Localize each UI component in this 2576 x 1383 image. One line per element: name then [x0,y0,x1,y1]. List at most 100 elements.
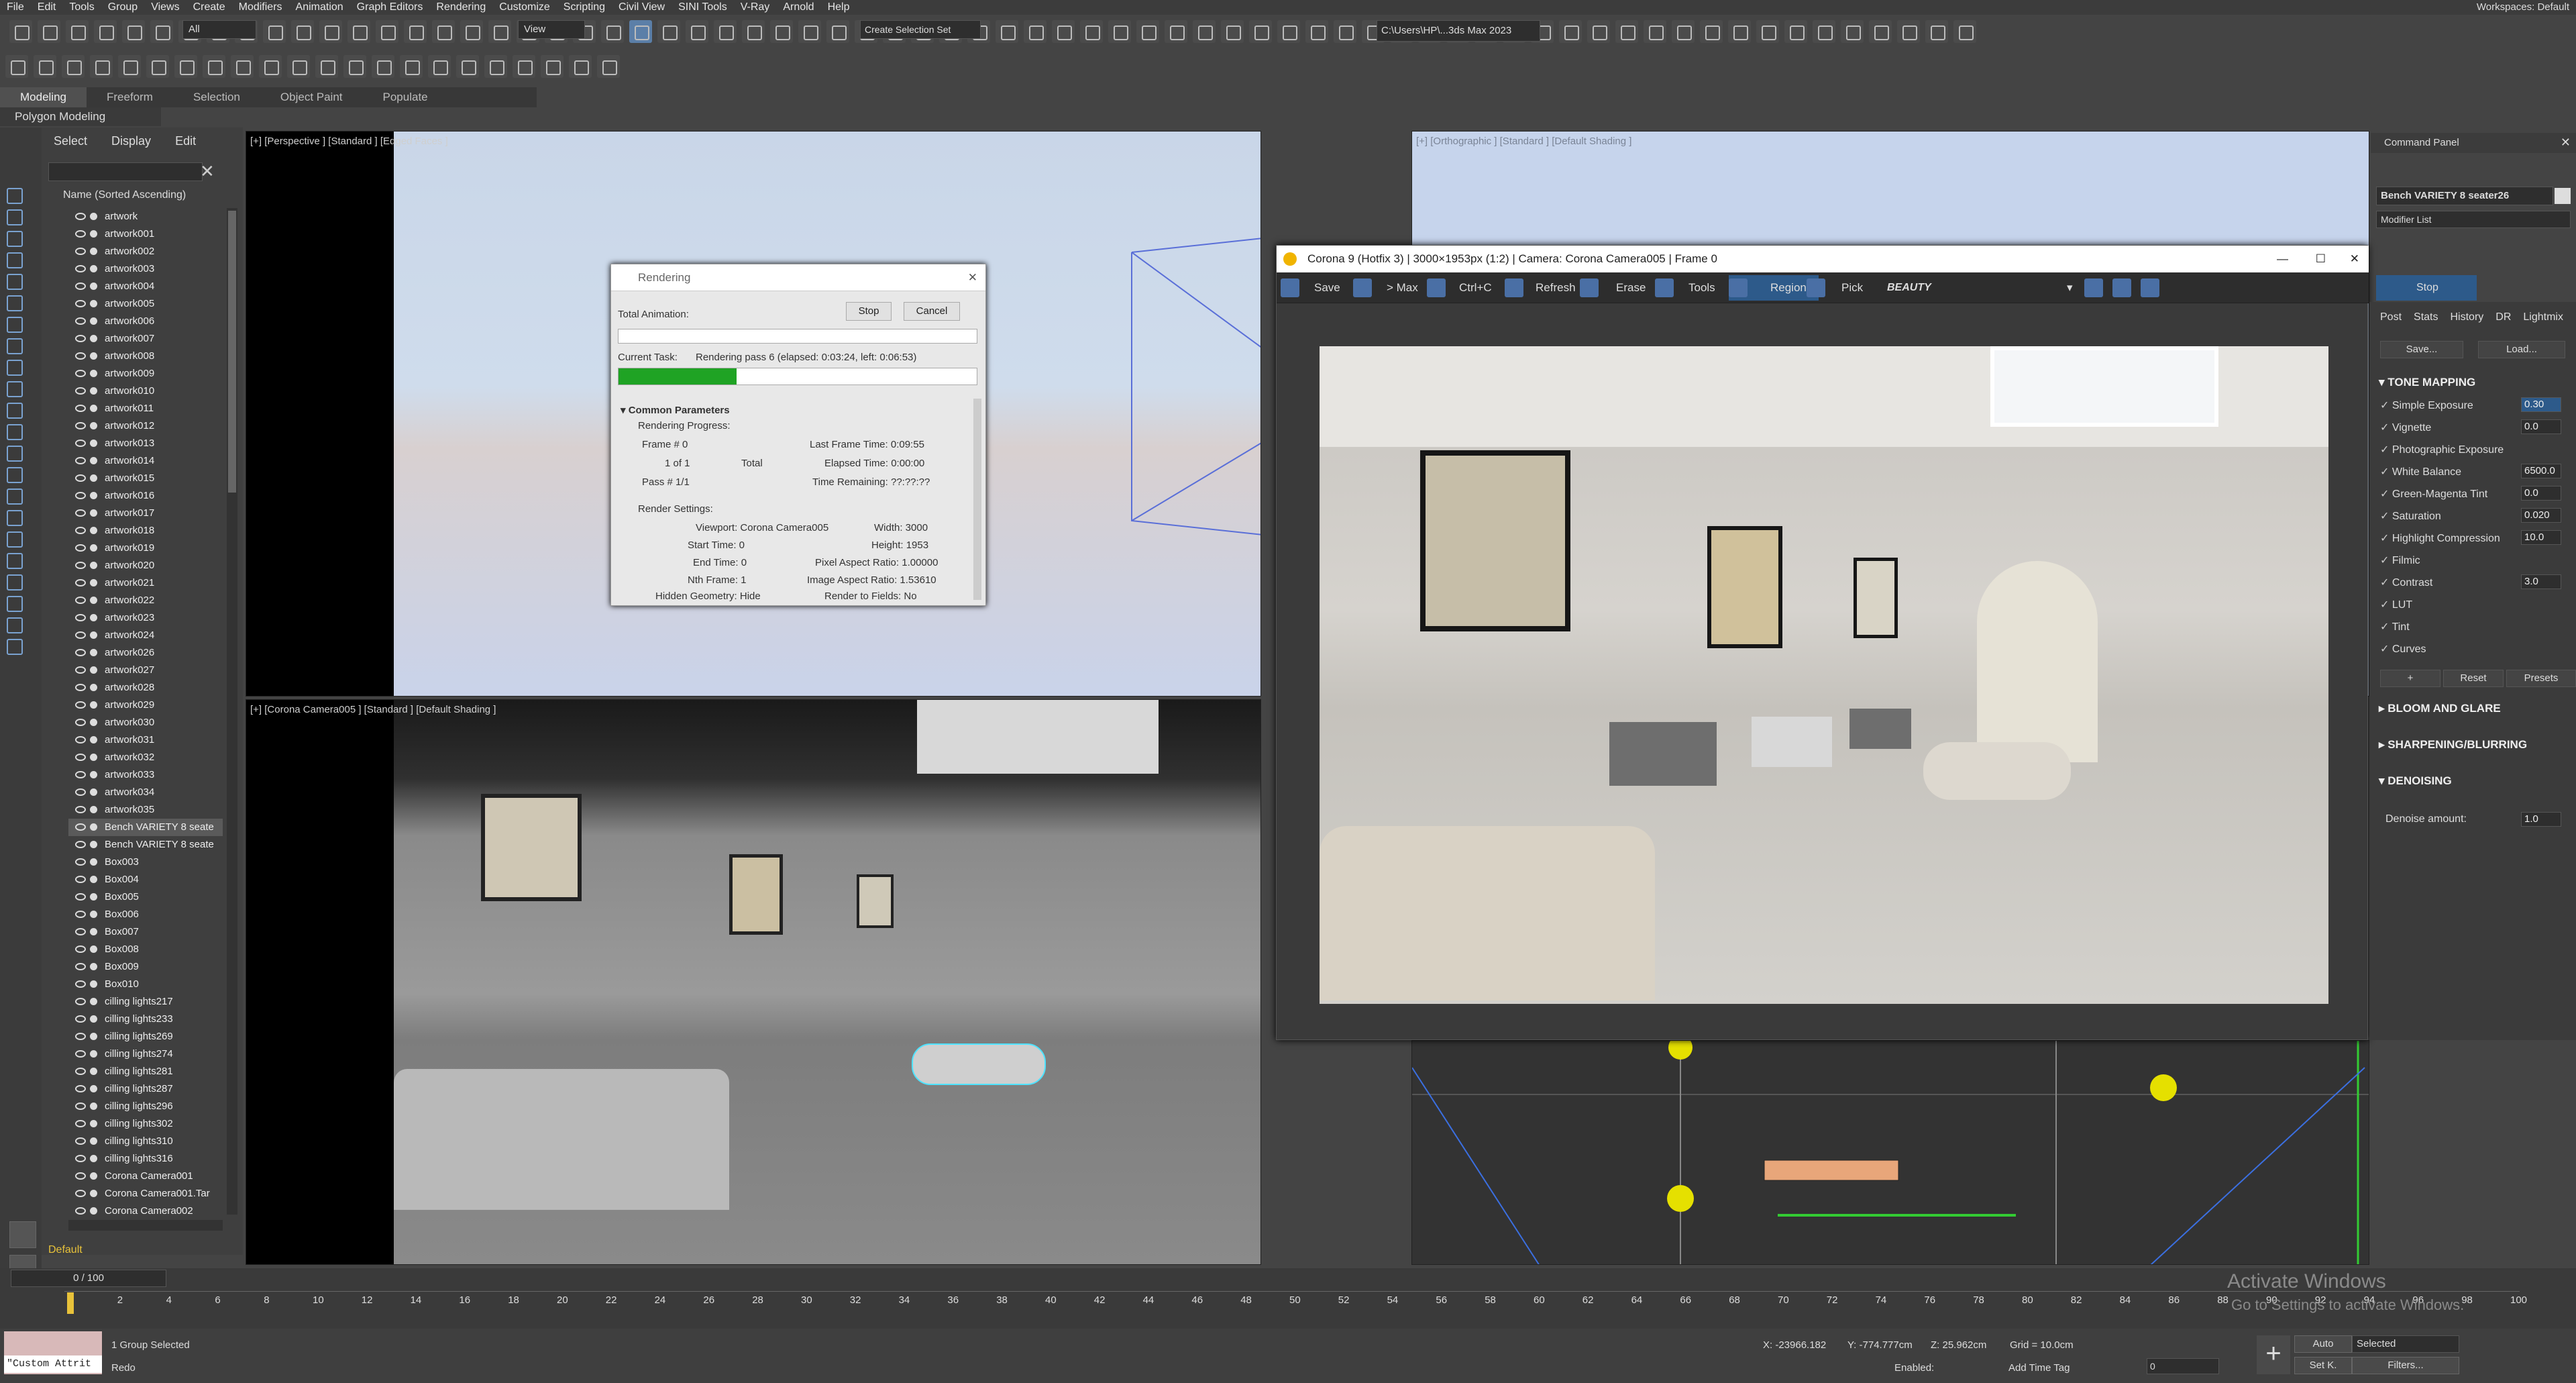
render-icon[interactable] [90,405,97,412]
checkbox[interactable]: ✓ [2380,422,2392,433]
toolbar-tool-icon[interactable] [1193,20,1216,43]
camera-viewport-label[interactable]: [+] [Corona Camera005 ] [Standard ] [Def… [250,704,496,715]
toolbar-tool-icon[interactable] [372,55,394,78]
render-icon[interactable] [90,684,97,691]
toolbar-tool-icon[interactable] [376,20,398,43]
list-item[interactable]: cilling lights233 [68,1011,223,1028]
list-item[interactable]: artwork012 [68,417,223,435]
render-icon[interactable] [90,858,97,866]
load-preset-button[interactable]: Load... [2478,341,2565,358]
checkbox[interactable]: ✓ [2380,511,2392,522]
copy-button[interactable]: Ctrl+C [1459,272,1492,303]
toolbar-tool-icon[interactable] [1221,20,1244,43]
orthographic-viewport-label[interactable]: [+] [Orthographic ] [Standard ] [Default… [1416,136,1631,147]
toolbar-tool-icon[interactable] [1165,20,1187,43]
list-item[interactable]: artwork013 [68,435,223,452]
render-icon[interactable] [90,631,97,639]
zoom-fit-icon[interactable] [2141,278,2159,297]
maximize-icon[interactable]: ☐ [2316,246,2326,272]
toolbar-tool-icon[interactable] [1024,20,1046,43]
eye-icon[interactable] [75,300,86,307]
corona-tab-post[interactable]: Post [2380,311,2402,323]
toolbar-tool-icon[interactable] [5,55,28,78]
list-item[interactable]: artwork010 [68,382,223,400]
scene-filter-icon[interactable] [7,188,23,204]
scene-filter-icon[interactable] [7,338,23,354]
scene-menu-display[interactable]: Display [99,127,163,154]
list-item[interactable]: artwork016 [68,487,223,505]
scene-filter-icon[interactable] [7,274,23,290]
menu-item-edit[interactable]: Edit [31,0,63,15]
render-icon[interactable] [90,1103,97,1110]
toolbar-tool-icon[interactable] [1925,20,1948,43]
eye-icon[interactable] [75,457,86,464]
list-item[interactable]: artwork009 [68,365,223,382]
checkbox[interactable]: ✓ [2380,644,2392,655]
list-item[interactable]: cilling lights302 [68,1115,223,1133]
key-filters-button[interactable]: Filters... [2352,1357,2459,1374]
list-item[interactable]: artwork018 [68,522,223,540]
list-item[interactable]: artwork005 [68,295,223,313]
render-icon[interactable] [90,492,97,499]
add-time-tag[interactable]: Add Time Tag [2008,1362,2070,1374]
menu-item-v-ray[interactable]: V-Ray [734,0,777,15]
tone-mapping-row-value[interactable]: 0.020 [2521,508,2561,523]
reference-coord-dropdown[interactable]: View [518,20,585,39]
render-icon[interactable] [90,457,97,464]
tone-mapping-row-value[interactable]: 0.0 [2521,486,2561,501]
toolbar-tool-icon[interactable] [1334,20,1356,43]
toolbar-tool-icon[interactable] [597,55,620,78]
modifier-list-dropdown[interactable]: Modifier List [2376,211,2571,228]
pick-button[interactable]: Pick [1841,272,1863,303]
list-item[interactable]: artwork003 [68,260,223,278]
toolbar-tool-icon[interactable] [1813,20,1835,43]
toolbar-tool-icon[interactable] [347,20,370,43]
render-icon[interactable] [90,980,97,988]
list-item[interactable]: artwork [68,208,223,225]
eye-icon[interactable] [75,928,86,935]
menu-item-sini-tools[interactable]: SINI Tools [672,0,734,15]
render-icon[interactable] [90,788,97,796]
eye-icon[interactable] [75,335,86,342]
toolbar-tool-icon[interactable] [400,55,423,78]
set-key-button[interactable]: Set K. [2294,1357,2352,1374]
toolbar-tool-icon[interactable] [686,20,708,43]
eye-icon[interactable] [75,509,86,517]
checkbox[interactable]: ✓ [2380,555,2392,566]
toolbar-tool-icon[interactable] [1756,20,1779,43]
list-item[interactable]: artwork017 [68,505,223,522]
eye-icon[interactable] [75,405,86,412]
tone-mapping-row-value[interactable]: 3.0 [2521,574,2561,589]
render-icon[interactable] [90,998,97,1005]
tone-mapping-row-value[interactable]: 6500.0 [2521,464,2561,478]
toolbar-tool-icon[interactable] [1277,20,1300,43]
render-icon[interactable] [90,265,97,272]
erase-icon[interactable] [1580,278,1599,297]
scene-filter-icon[interactable] [7,446,23,462]
list-item[interactable]: cilling lights310 [68,1133,223,1150]
render-icon[interactable] [90,1172,97,1180]
toolbar-tool-icon[interactable] [319,20,342,43]
auto-key-button[interactable]: Auto [2294,1335,2352,1353]
scene-filter-icon[interactable] [7,317,23,333]
toolbar-tool-icon[interactable] [826,20,849,43]
render-icon[interactable] [90,701,97,709]
toolbar-tool-icon[interactable] [484,55,507,78]
render-icon[interactable] [90,597,97,604]
render-icon[interactable] [90,440,97,447]
eye-icon[interactable] [75,422,86,429]
scene-filter-icon[interactable] [7,617,23,633]
toolbar-tool-icon[interactable] [432,20,455,43]
ribbon-tab-populate[interactable]: Populate [363,87,448,107]
add-key-icon[interactable]: + [2257,1335,2290,1374]
close-icon[interactable]: ✕ [2561,136,2571,150]
ribbon-tab-freeform[interactable]: Freeform [87,87,173,107]
list-item[interactable]: cilling lights316 [68,1150,223,1168]
eye-icon[interactable] [75,352,86,360]
render-icon[interactable] [90,317,97,325]
list-item[interactable]: artwork015 [68,470,223,487]
horizontal-scrollbar[interactable] [68,1220,223,1231]
eye-icon[interactable] [75,666,86,674]
eye-icon[interactable] [75,248,86,255]
render-icon[interactable] [90,806,97,813]
